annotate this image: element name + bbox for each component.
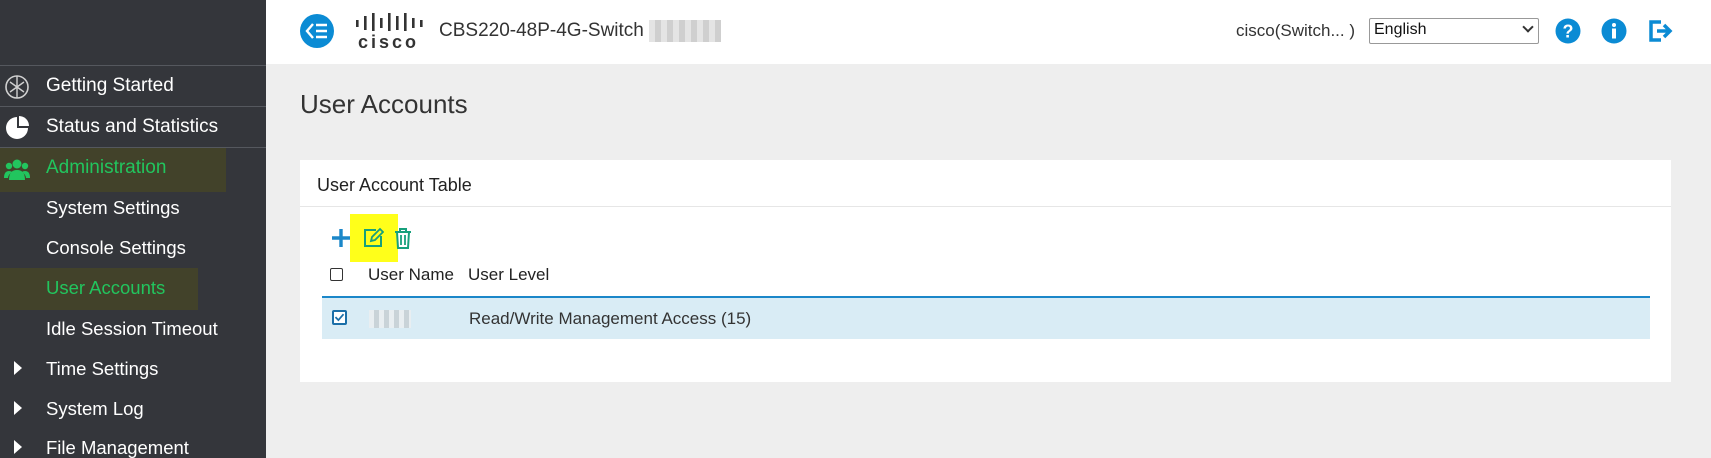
nav-label: Console Settings (46, 237, 186, 258)
divider (300, 206, 1671, 207)
edit-icon[interactable] (362, 227, 384, 249)
nav-file-management[interactable]: File Management (0, 428, 266, 458)
nav-system-log[interactable]: System Log (0, 389, 266, 429)
add-icon[interactable] (330, 227, 352, 249)
user-level-cell: Read/Write Management Access (15) (469, 309, 752, 328)
info-icon[interactable] (1600, 17, 1628, 45)
collapse-menu-button[interactable] (300, 14, 334, 48)
cisco-logo-text: cisco (358, 32, 420, 52)
nav-label: Idle Session Timeout (46, 318, 218, 339)
page-title: User Accounts (300, 89, 468, 119)
nav-label: User Accounts (46, 277, 166, 298)
caret-right-icon (14, 361, 22, 375)
table-title: User Account Table (317, 175, 472, 195)
nav-console-settings[interactable]: Console Settings (0, 228, 266, 268)
checkmark-icon (334, 313, 345, 322)
nav-label: Time Settings (46, 358, 159, 379)
help-icon[interactable]: ? (1554, 17, 1582, 45)
redacted-hostname (649, 20, 721, 42)
row-checkbox[interactable] (332, 310, 347, 325)
device-name: CBS220-48P-4G-Switch (439, 20, 644, 41)
svg-text:?: ? (1563, 22, 1574, 42)
caret-right-icon (14, 401, 22, 415)
nav-time-settings[interactable]: Time Settings (0, 349, 266, 389)
sidebar: Getting Started Status and Statistics Ad… (0, 0, 266, 458)
nav-label: File Management (46, 437, 189, 458)
nav-label: Getting Started (46, 74, 174, 96)
users-icon (4, 159, 30, 180)
cisco-logo: cisco (352, 12, 426, 52)
user-label: cisco(Switch... ) (1236, 21, 1356, 40)
nav-user-accounts[interactable]: User Accounts (0, 268, 266, 310)
nav-idle-session-timeout[interactable]: Idle Session Timeout (0, 309, 266, 349)
column-header-user-name[interactable]: User Name (368, 265, 454, 285)
chevron-down-icon (1522, 21, 1534, 33)
nav-status-statistics[interactable]: Status and Statistics (0, 106, 266, 146)
user-account-table-card: User Account Table User Name User Level … (300, 160, 1671, 382)
nav-label: Administration (46, 156, 167, 178)
getting-started-icon (5, 75, 29, 99)
table-row[interactable]: Read/Write Management Access (15) (322, 296, 1650, 339)
nav-system-settings[interactable]: System Settings (0, 188, 266, 228)
caret-right-icon (14, 440, 22, 454)
redacted-user-name (369, 310, 411, 328)
language-value: English (1374, 21, 1427, 38)
nav-label: Status and Statistics (46, 115, 219, 137)
nav-administration[interactable]: Administration (0, 147, 266, 192)
delete-icon[interactable] (392, 227, 414, 249)
nav-label: System Settings (46, 197, 180, 218)
column-header-user-level[interactable]: User Level (468, 265, 549, 285)
pie-chart-icon (6, 116, 29, 139)
logout-icon[interactable] (1646, 17, 1674, 45)
collapse-icon (305, 23, 327, 39)
nav-label: System Log (46, 398, 144, 419)
header: cisco CBS220-48P-4G-Switch cisco(Switch.… (266, 0, 1711, 64)
select-all-checkbox[interactable] (330, 268, 343, 281)
language-select[interactable]: English (1369, 18, 1539, 44)
nav-getting-started[interactable]: Getting Started (0, 65, 266, 105)
